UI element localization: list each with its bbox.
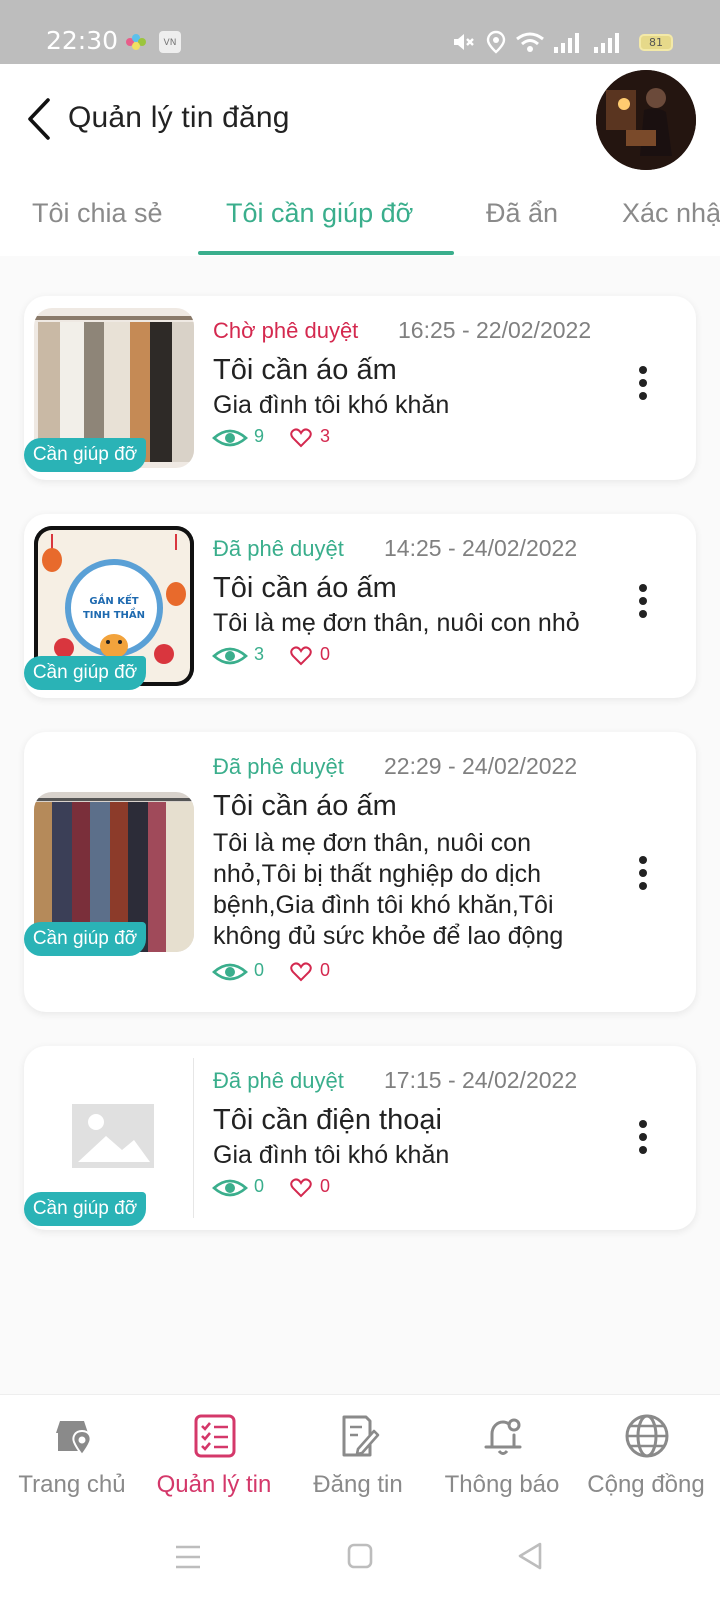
heart-icon bbox=[290, 1178, 312, 1198]
eye-icon bbox=[212, 429, 248, 447]
post-title: Tôi cần áo ấm bbox=[213, 354, 397, 386]
more-options-button[interactable] bbox=[628, 854, 658, 894]
like-count: 3 bbox=[320, 426, 331, 446]
nav-label: Cộng đồng bbox=[587, 1471, 705, 1498]
category-badge: Cần giúp đỡ bbox=[24, 1192, 146, 1226]
post-status: Đã phê duyệt bbox=[213, 1068, 344, 1093]
svg-text:TINH THẦN: TINH THẦN bbox=[83, 607, 145, 621]
nav-manage-posts[interactable]: Quản lý tin bbox=[142, 1395, 286, 1515]
home-location-icon bbox=[56, 1421, 92, 1457]
nav-post[interactable]: Đăng tin bbox=[286, 1395, 430, 1515]
post-title: Tôi cần điện thoại bbox=[213, 1104, 442, 1136]
view-count: 0 bbox=[254, 960, 265, 980]
avatar[interactable] bbox=[596, 70, 696, 170]
post-title: Tôi cần áo ấm bbox=[213, 572, 397, 604]
post-datetime: 17:15 - 24/02/2022 bbox=[384, 1067, 578, 1093]
post-datetime: 14:25 - 24/02/2022 bbox=[384, 535, 578, 561]
more-options-button[interactable] bbox=[628, 1118, 658, 1158]
nav-notifications[interactable]: Thông báo bbox=[430, 1395, 574, 1515]
eye-icon bbox=[212, 1179, 248, 1197]
home-button[interactable] bbox=[347, 1542, 373, 1570]
post-description: Tôi là mẹ đơn thân, nuôi con nhỏ bbox=[213, 609, 580, 637]
edit-document-icon bbox=[342, 1415, 380, 1457]
location-icon bbox=[486, 30, 506, 54]
recent-apps-button[interactable] bbox=[174, 1544, 202, 1570]
app-logo-icon bbox=[126, 34, 146, 50]
nav-label: Đăng tin bbox=[313, 1471, 403, 1498]
battery-icon: 81 bbox=[639, 34, 673, 51]
category-badge: Cần giúp đỡ bbox=[24, 438, 146, 472]
nav-home[interactable]: Trang chủ bbox=[0, 1395, 144, 1515]
heart-icon bbox=[290, 962, 312, 982]
more-options-button[interactable] bbox=[628, 582, 658, 622]
tab-bar: Tôi chia sẻ Tôi cần giúp đỡ Đã ẩn Xác nh… bbox=[0, 180, 720, 256]
tab-hidden[interactable]: Đã ẩn bbox=[486, 198, 558, 229]
heart-icon bbox=[290, 646, 312, 666]
bell-icon bbox=[484, 1418, 522, 1455]
signal-icon bbox=[554, 33, 579, 53]
post-card[interactable]: GẮN KẾT TINH THẦN Cần giúp đỡ Đã phê duy… bbox=[24, 514, 696, 698]
app-header: Quản lý tin đăng bbox=[0, 64, 720, 180]
post-description: Gia đình tôi khó khăn bbox=[213, 1141, 450, 1169]
wifi-icon bbox=[516, 32, 544, 52]
status-time: 22:30 bbox=[46, 26, 119, 55]
vieon-app-icon: VN bbox=[159, 31, 181, 53]
nav-label: Quản lý tin bbox=[156, 1471, 272, 1498]
post-card[interactable]: Cần giúp đỡ Đã phê duyệt 17:15 - 24/02/2… bbox=[24, 1046, 696, 1230]
tab-confirmed[interactable]: Xác nhậ bbox=[622, 198, 720, 229]
nav-label: Trang chủ bbox=[18, 1471, 126, 1498]
globe-icon bbox=[625, 1414, 669, 1458]
eye-icon bbox=[212, 647, 248, 665]
view-count: 3 bbox=[254, 644, 265, 664]
nav-label: Thông báo bbox=[444, 1471, 560, 1498]
signal-2-icon bbox=[594, 33, 619, 53]
category-badge: Cần giúp đỡ bbox=[24, 656, 146, 690]
status-bar: 22:30 VN 81 bbox=[0, 0, 720, 64]
more-options-button[interactable] bbox=[628, 364, 658, 404]
nav-community[interactable]: Cộng đồng bbox=[574, 1395, 718, 1515]
system-navigation-bar bbox=[0, 1514, 720, 1600]
back-nav-button[interactable] bbox=[516, 1541, 544, 1571]
post-card[interactable]: Cần giúp đỡ Chờ phê duyệt 16:25 - 22/02/… bbox=[24, 296, 696, 480]
post-title: Tôi cần áo ấm bbox=[213, 790, 397, 822]
tab-shared[interactable]: Tôi chia sẻ bbox=[32, 198, 163, 229]
heart-icon bbox=[290, 428, 312, 448]
post-status: Đã phê duyệt bbox=[213, 754, 344, 779]
bottom-navigation: Trang chủ Quản lý tin Đăng tin Thông báo bbox=[0, 1394, 720, 1514]
category-badge: Cần giúp đỡ bbox=[24, 922, 146, 956]
checklist-icon bbox=[194, 1414, 236, 1458]
page-title: Quản lý tin đăng bbox=[68, 101, 290, 134]
post-datetime: 22:29 - 24/02/2022 bbox=[384, 753, 578, 779]
post-description: Tôi là mẹ đơn thân, nuôi con nhỏ,Tôi bị … bbox=[213, 829, 564, 950]
view-count: 9 bbox=[254, 426, 265, 446]
like-count: 0 bbox=[320, 1176, 331, 1196]
post-card[interactable]: Cần giúp đỡ Đã phê duyệt 22:29 - 24/02/2… bbox=[24, 732, 696, 1012]
like-count: 0 bbox=[320, 644, 331, 664]
mute-icon bbox=[454, 34, 474, 50]
post-status: Đã phê duyệt bbox=[213, 536, 344, 561]
view-count: 0 bbox=[254, 1176, 265, 1196]
post-description: Gia đình tôi khó khăn bbox=[213, 391, 450, 419]
like-count: 0 bbox=[320, 960, 331, 980]
post-status: Chờ phê duyệt bbox=[213, 318, 359, 343]
eye-icon bbox=[212, 963, 248, 981]
tab-active-indicator bbox=[198, 251, 454, 255]
back-button[interactable] bbox=[22, 94, 56, 144]
tab-need-help[interactable]: Tôi cần giúp đỡ bbox=[226, 198, 413, 229]
svg-text:VN: VN bbox=[164, 38, 177, 48]
post-datetime: 16:25 - 22/02/2022 bbox=[398, 317, 592, 343]
